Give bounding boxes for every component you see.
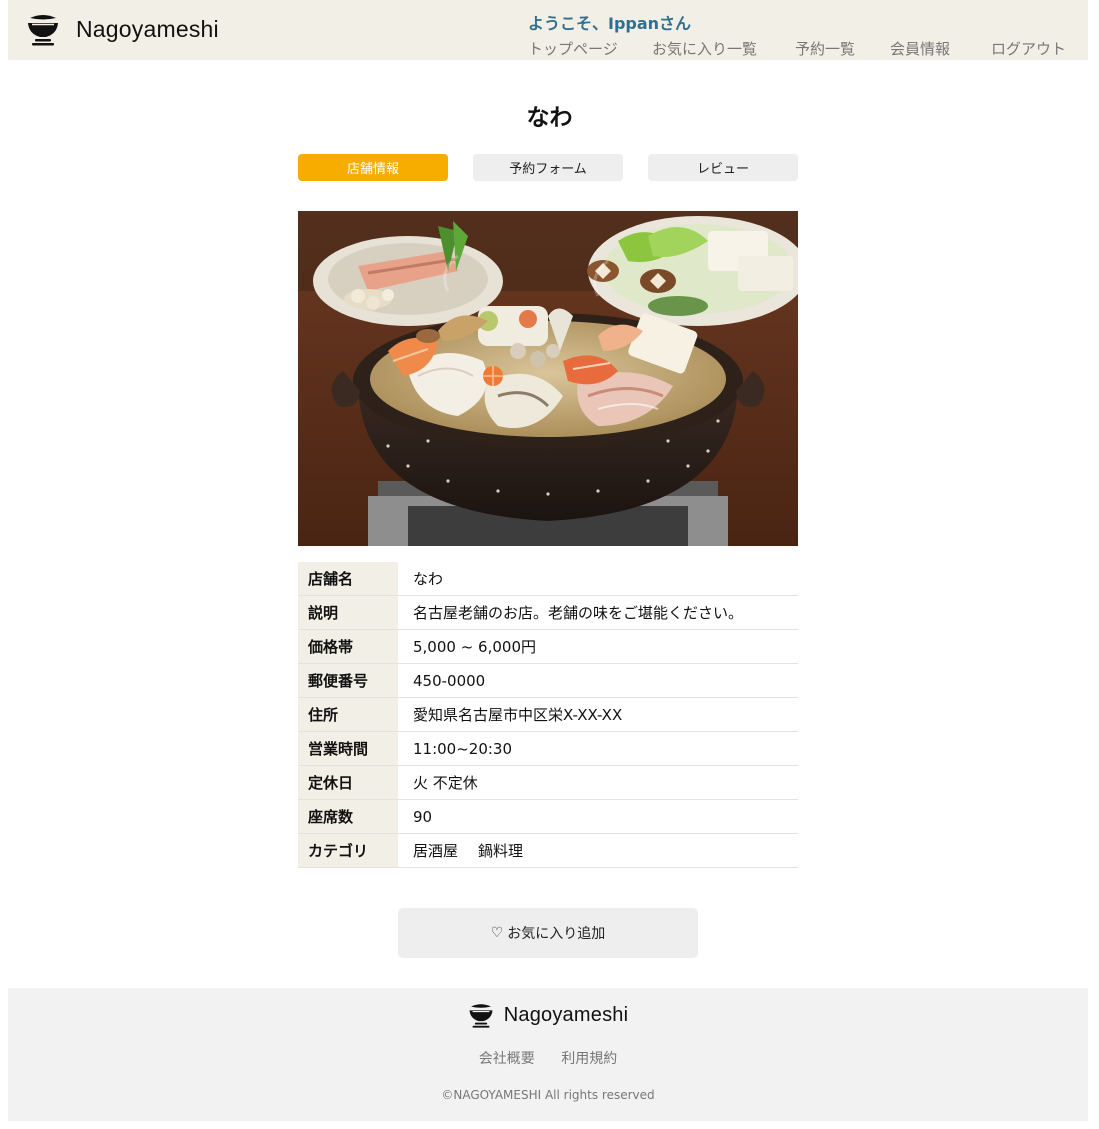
- hotpot-image: [298, 211, 798, 546]
- table-row: 店舗名 なわ: [298, 562, 798, 596]
- info-table-body: 店舗名 なわ 説明 名古屋老舗のお店。老舗の味をご堪能ください。 価格帯 5,0…: [298, 562, 798, 868]
- row-label: 価格帯: [298, 629, 398, 664]
- brand-name: Nagoyameshi: [76, 15, 219, 42]
- row-label: 営業時間: [298, 731, 398, 766]
- table-row: 説明 名古屋老舗のお店。老舗の味をご堪能ください。: [298, 595, 798, 630]
- footer-links: 会社概要 利用規約: [8, 1048, 1088, 1068]
- row-value: 火 不定休: [398, 765, 798, 800]
- footer-brand-name: Nagoyameshi: [503, 1003, 629, 1026]
- nav-favorites[interactable]: お気に入り一覧: [652, 38, 795, 59]
- row-label: 定休日: [298, 765, 398, 800]
- add-favorite-button[interactable]: ♡ お気に入り追加: [398, 908, 698, 958]
- tab-reviews[interactable]: レビュー: [648, 154, 798, 181]
- category-list: 居酒屋 鍋料理: [398, 833, 798, 868]
- restaurant-photo: [298, 211, 798, 546]
- row-value: なわ: [398, 562, 798, 596]
- nav-top-page[interactable]: トップページ: [528, 38, 652, 59]
- nav-member-info[interactable]: 会員情報: [890, 38, 991, 59]
- row-label: 店舗名: [298, 562, 398, 596]
- footer-link-company[interactable]: 会社概要: [479, 1051, 535, 1067]
- page: Nagoyameshi ようこそ、Ippanさん トップページ お気に入り一覧 …: [0, 0, 1099, 1129]
- main-nav: トップページ お気に入り一覧 予約一覧 会員情報 ログアウト: [528, 38, 1066, 59]
- row-label-category: カテゴリ: [298, 833, 398, 868]
- row-label: 説明: [298, 595, 398, 630]
- tab-reservation-form[interactable]: 予約フォーム: [473, 154, 623, 181]
- table-row: 定休日 火 不定休: [298, 765, 798, 800]
- row-value: 5,000 ~ 6,000円: [398, 629, 798, 664]
- footer-link-terms[interactable]: 利用規約: [561, 1051, 617, 1067]
- restaurant-info-table: 店舗名 なわ 説明 名古屋老舗のお店。老舗の味をご堪能ください。 価格帯 5,0…: [298, 562, 798, 868]
- row-label: 座席数: [298, 799, 398, 834]
- table-row: 住所 愛知県名古屋市中区栄X-XX-XX: [298, 697, 798, 732]
- category-tag: 鍋料理: [478, 842, 524, 860]
- bowl-icon: [28, 15, 58, 46]
- table-row: 郵便番号 450-0000: [298, 663, 798, 698]
- table-row: 座席数 90: [298, 799, 798, 834]
- table-row: 価格帯 5,000 ~ 6,000円: [298, 629, 798, 664]
- nav-reservations[interactable]: 予約一覧: [795, 38, 890, 59]
- welcome-message: ようこそ、Ippanさん: [528, 14, 692, 33]
- nav-logout[interactable]: ログアウト: [991, 38, 1066, 59]
- brand-logo-link[interactable]: Nagoyameshi: [26, 12, 219, 46]
- row-value: 愛知県名古屋市中区栄X-XX-XX: [398, 697, 798, 732]
- table-row-category: カテゴリ 居酒屋 鍋料理: [298, 833, 798, 868]
- heart-icon: ♡: [490, 925, 504, 941]
- category-tag: 居酒屋: [413, 842, 459, 860]
- page-title: なわ: [526, 105, 573, 131]
- row-label: 郵便番号: [298, 663, 398, 698]
- copyright: ©NAGOYAMESHI All rights reserved: [441, 1088, 655, 1102]
- table-row: 営業時間 11:00~20:30: [298, 731, 798, 766]
- add-favorite-label: お気に入り追加: [507, 926, 606, 942]
- row-value: 90: [398, 799, 798, 834]
- row-value: 名古屋老舗のお店。老舗の味をご堪能ください。: [398, 595, 798, 630]
- site-footer: Nagoyameshi 会社概要 利用規約 ©NAGOYAMESHI All r…: [8, 988, 1088, 1121]
- row-value: 450-0000: [398, 663, 798, 698]
- footer-brand[interactable]: Nagoyameshi: [8, 1002, 1088, 1028]
- site-header: Nagoyameshi ようこそ、Ippanさん トップページ お気に入り一覧 …: [8, 0, 1088, 60]
- row-value: 11:00~20:30: [398, 731, 798, 766]
- bowl-icon: [469, 1004, 493, 1028]
- tab-store-info[interactable]: 店舗情報: [298, 154, 448, 181]
- row-label: 住所: [298, 697, 398, 732]
- restaurant-tabs: 店舗情報 予約フォーム レビュー: [298, 154, 798, 181]
